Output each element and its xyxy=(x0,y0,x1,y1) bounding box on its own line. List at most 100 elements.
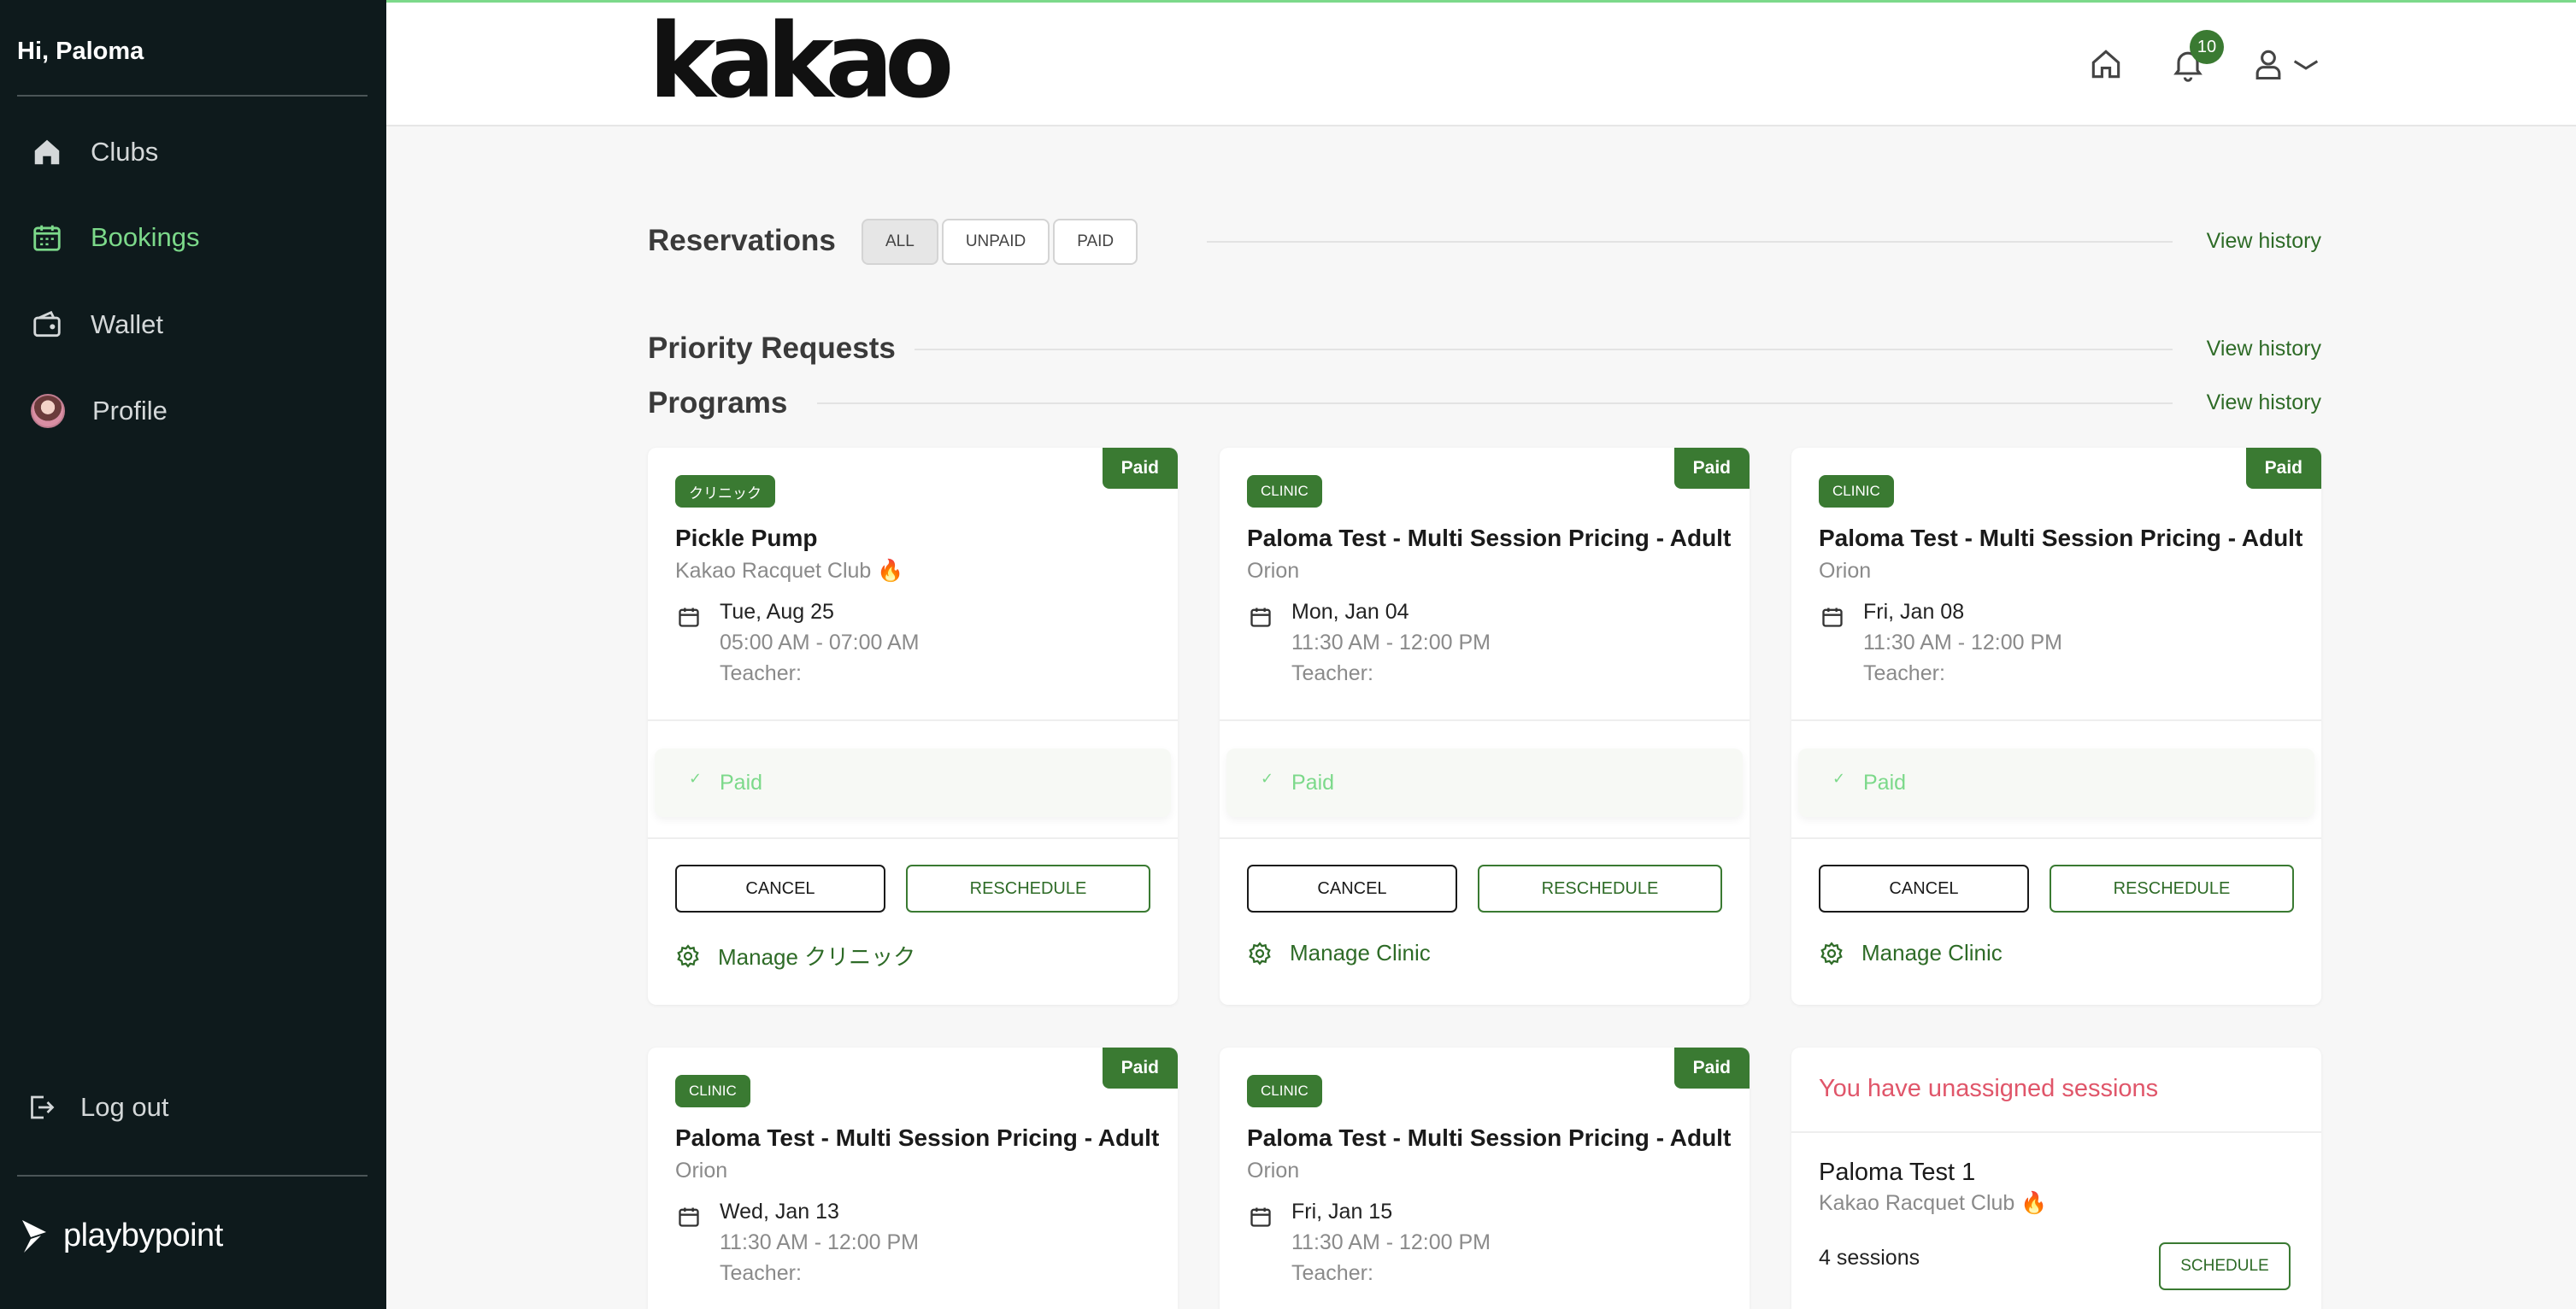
section-divider xyxy=(915,349,2173,350)
check-icon: ✓ xyxy=(1261,770,1274,787)
manage-label: Manage Clinic xyxy=(1861,940,2003,966)
sidebar-item-bookings[interactable]: Bookings xyxy=(31,212,200,263)
payment-status-box: ✓ Paid xyxy=(1798,748,2314,817)
club-name: Orion xyxy=(1247,1159,1300,1183)
program-teacher: Teacher: xyxy=(1291,661,1373,685)
calendar-icon xyxy=(679,1207,699,1227)
sidebar-item-clubs[interactable]: Clubs xyxy=(31,126,158,178)
card-divider xyxy=(1791,1131,2321,1133)
sidebar: Hi, Paloma Clubs Bookings Wallet Profile… xyxy=(0,0,386,1309)
reschedule-button[interactable]: RESCHEDULE xyxy=(906,865,1150,913)
gear-icon xyxy=(677,943,699,968)
program-type-badge: CLINIC xyxy=(1247,475,1322,508)
avatar xyxy=(31,394,65,428)
paid-tag: Paid xyxy=(1673,448,1750,489)
program-type-badge: CLINIC xyxy=(1247,1075,1322,1107)
programs-view-history-link[interactable]: View history xyxy=(2207,390,2321,415)
manage-program-link[interactable]: Manage Clinic xyxy=(1247,940,1431,966)
calendar-icon xyxy=(1250,608,1271,627)
filter-all[interactable]: ALL xyxy=(862,219,938,265)
wallet-icon xyxy=(33,310,61,338)
cancel-button[interactable]: CANCEL xyxy=(675,865,885,913)
sidebar-item-wallet[interactable]: Wallet xyxy=(31,299,163,350)
program-date: Fri, Jan 15 xyxy=(1291,1200,1393,1224)
program-teacher: Teacher: xyxy=(720,661,802,685)
card-divider xyxy=(1791,719,2321,721)
program-type-badge: CLINIC xyxy=(1819,475,1894,508)
reschedule-button[interactable]: RESCHEDULE xyxy=(1478,865,1722,913)
calendar-icon xyxy=(1822,608,1843,627)
program-teacher: Teacher: xyxy=(720,1261,802,1285)
program-time: 11:30 AM - 12:00 PM xyxy=(720,1230,919,1254)
program-title: Pickle Pump xyxy=(675,525,818,551)
program-title: Paloma Test - Multi Session Pricing - Ad… xyxy=(1819,525,2303,551)
payment-status: Paid xyxy=(720,771,763,795)
unassigned-sessions-title: You have unassigned sessions xyxy=(1819,1075,2159,1102)
sidebar-item-label: Clubs xyxy=(91,137,159,167)
program-date: Tue, Aug 25 xyxy=(720,600,834,624)
sidebar-item-label: Wallet xyxy=(91,309,163,339)
schedule-button[interactable]: SCHEDULE xyxy=(2159,1242,2291,1290)
unassigned-sessions-card: You have unassigned sessions Paloma Test… xyxy=(1791,1048,2321,1309)
card-divider xyxy=(648,719,1178,721)
notification-badge: 10 xyxy=(2190,30,2224,64)
cancel-button[interactable]: CANCEL xyxy=(1247,865,1457,913)
program-type-badge: CLINIC xyxy=(675,1075,750,1107)
club-name: Orion xyxy=(1247,559,1300,583)
divider xyxy=(17,1175,368,1177)
logout-icon xyxy=(31,1095,55,1119)
program-title: Paloma Test - Multi Session Pricing - Ad… xyxy=(675,1124,1160,1151)
program-date: Wed, Jan 13 xyxy=(720,1200,839,1224)
check-icon: ✓ xyxy=(689,770,703,787)
manage-program-link[interactable]: Manage Clinic xyxy=(1819,940,2003,966)
program-date: Fri, Jan 08 xyxy=(1863,600,1965,624)
card-divider xyxy=(1220,837,1750,839)
priority-view-history-link[interactable]: View history xyxy=(2207,337,2321,361)
reschedule-button[interactable]: RESCHEDULE xyxy=(2050,865,2294,913)
paid-tag: Paid xyxy=(1102,448,1178,489)
brand-text: playbypoint xyxy=(63,1217,223,1253)
reservations-view-history-link[interactable]: View history xyxy=(2207,229,2321,254)
home-icon xyxy=(34,139,60,165)
program-title: Paloma Test - Multi Session Pricing - Ad… xyxy=(1247,525,1732,551)
card-divider xyxy=(648,837,1178,839)
program-card: Paid CLINIC Paloma Test - Multi Session … xyxy=(1220,448,1750,1005)
calendar-icon xyxy=(1250,1207,1271,1227)
user-icon[interactable] xyxy=(2250,45,2287,83)
kakao-logo[interactable]: kakao xyxy=(649,9,954,113)
sidebar-item-profile[interactable]: Profile xyxy=(31,385,168,437)
program-card: Paid CLINIC Paloma Test - Multi Session … xyxy=(1791,448,2321,1005)
cancel-button[interactable]: CANCEL xyxy=(1819,865,2029,913)
greeting: Hi, Paloma xyxy=(17,38,144,65)
logout-button[interactable]: Log out xyxy=(26,1082,168,1133)
program-date: Mon, Jan 04 xyxy=(1291,600,1409,624)
manage-label: Manage Clinic xyxy=(1290,940,1431,966)
section-divider xyxy=(817,402,2173,404)
programs-title: Programs xyxy=(648,386,788,420)
header: kakao 10 xyxy=(386,3,2576,126)
program-time: 11:30 AM - 12:00 PM xyxy=(1291,631,1491,654)
gear-icon xyxy=(1249,941,1271,966)
playbypoint-logo: playbypoint xyxy=(17,1217,223,1254)
program-title: Paloma Test - Multi Session Pricing - Ad… xyxy=(1247,1124,1732,1151)
program-type-badge: クリニック xyxy=(675,475,775,508)
manage-program-link[interactable]: Manage クリニック xyxy=(675,940,915,971)
program-card: Paid クリニック Pickle Pump Kakao Racquet Clu… xyxy=(648,448,1178,1005)
check-icon: ✓ xyxy=(1832,770,1846,787)
filter-paid[interactable]: PAID xyxy=(1053,219,1138,265)
section-divider xyxy=(1207,241,2173,243)
program-teacher: Teacher: xyxy=(1863,661,1945,685)
gear-icon xyxy=(1820,941,1843,966)
program-time: 11:30 AM - 12:00 PM xyxy=(1291,1230,1491,1254)
program-title: Paloma Test 1 xyxy=(1819,1159,1976,1186)
chevron-down-icon[interactable] xyxy=(2289,45,2323,83)
session-count: 4 sessions xyxy=(1819,1246,1920,1270)
filter-unpaid[interactable]: UNPAID xyxy=(941,219,1050,265)
home-icon[interactable] xyxy=(2087,45,2125,83)
payment-status-box: ✓ Paid xyxy=(1226,748,1743,817)
program-card: Paid CLINIC Paloma Test - Multi Session … xyxy=(648,1048,1178,1309)
sidebar-item-label: Profile xyxy=(92,396,168,426)
paid-tag: Paid xyxy=(1102,1048,1178,1089)
divider xyxy=(17,95,368,97)
manage-label: Manage クリニック xyxy=(718,944,916,970)
